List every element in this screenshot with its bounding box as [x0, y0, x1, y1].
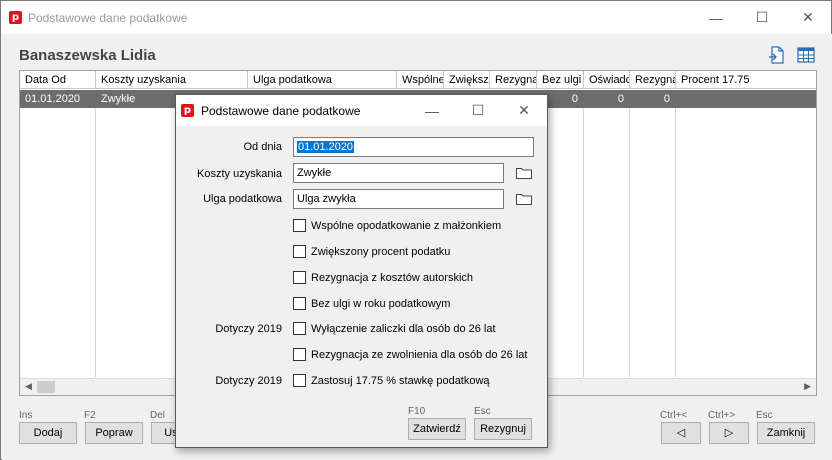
column-divider	[675, 108, 676, 377]
column-header[interactable]: Bez ulgi	[537, 71, 584, 89]
checkbox-label: Zastosuj 17.75 % stawkę podatkową	[311, 375, 490, 387]
column-header[interactable]: Procent 17.75	[676, 71, 816, 89]
row-value: 0	[663, 93, 670, 105]
costs-field[interactable]: Zwykłe	[293, 163, 504, 183]
scroll-thumb[interactable]	[37, 381, 55, 393]
previous-button[interactable]: ◁	[661, 422, 701, 444]
hotkey-label: F10	[408, 406, 426, 417]
hotkey-label: Esc	[756, 410, 773, 421]
column-divider	[629, 108, 630, 377]
hotkey-label: Del	[150, 410, 166, 421]
close-window-button[interactable]: Zamknij	[757, 422, 815, 444]
folder-icon[interactable]	[516, 167, 532, 179]
close-button[interactable]: ✕	[785, 1, 831, 34]
column-header[interactable]: Wspólne	[397, 71, 444, 89]
checkbox-label: Rezygnacja z kosztów autorskich	[311, 272, 474, 284]
column-header[interactable]: Koszty uzyskania	[96, 71, 248, 89]
add-button[interactable]: Dodaj	[19, 422, 77, 444]
next-button[interactable]: ▷	[709, 422, 749, 444]
grid-header: Data Od Koszty uzyskania Ulga podatkowa …	[20, 71, 816, 89]
increased-rate-checkbox[interactable]	[293, 245, 306, 258]
hotkey-label: F2	[84, 410, 96, 421]
exclude-advance-checkbox[interactable]	[293, 322, 306, 335]
column-header[interactable]: Data Od	[20, 71, 96, 89]
maximize-button[interactable]: ☐	[739, 1, 785, 34]
costs-label: Koszty uzyskania	[197, 168, 282, 180]
dialog-close-button[interactable]: ✕	[501, 95, 547, 126]
tax-relief-label: Ulga podatkowa	[203, 193, 282, 205]
dialog-minimize-button[interactable]: —	[409, 95, 455, 126]
year-note-label: Dotyczy 2019	[215, 375, 282, 387]
tax-data-dialog: p Podstawowe dane podatkowe — ☐ ✕ Od dni…	[175, 94, 548, 448]
checkbox-label: Wspólne opodatkowanie z małżonkiem	[311, 220, 502, 232]
row-value: 0	[617, 93, 624, 105]
cancel-button[interactable]: Rezygnuj	[474, 418, 532, 440]
edit-button[interactable]: Popraw	[85, 422, 143, 444]
rate-1775-checkbox[interactable]	[293, 374, 306, 387]
no-relief-checkbox[interactable]	[293, 297, 306, 310]
author-costs-checkbox[interactable]	[293, 271, 306, 284]
column-header[interactable]: Ulga podatkowa	[248, 71, 397, 89]
hotkey-label: Ctrl+>	[708, 410, 736, 421]
column-header[interactable]: Zwiększ	[444, 71, 490, 89]
person-name: Banaszewska Lidia	[19, 47, 156, 64]
tax-relief-field[interactable]: Ulga zwykła	[293, 189, 504, 209]
column-divider	[95, 108, 96, 377]
year-note-label: Dotyczy 2019	[215, 323, 282, 335]
column-divider	[583, 108, 584, 377]
window-title: Podstawowe dane podatkowe	[28, 11, 188, 25]
scroll-left-icon[interactable]: ◀	[25, 381, 32, 392]
from-date-value: 01.01.2020	[297, 141, 355, 153]
dialog-title-bar[interactable]: p Podstawowe dane podatkowe — ☐ ✕	[176, 95, 547, 126]
dialog-maximize-button[interactable]: ☐	[455, 95, 501, 126]
app-icon: p	[181, 104, 194, 117]
checkbox-label: Bez ulgi w roku podatkowym	[311, 298, 451, 310]
hotkey-label: Esc	[474, 406, 491, 417]
hotkey-label: Ins	[19, 410, 33, 421]
from-date-field[interactable]: 01.01.2020	[293, 137, 534, 157]
hotkey-label: Ctrl+<	[660, 410, 688, 421]
export-document-icon[interactable]	[768, 46, 786, 64]
column-header[interactable]: Oświadc	[584, 71, 630, 89]
app-icon: p	[9, 11, 22, 24]
scroll-right-icon[interactable]: ▶	[804, 381, 811, 392]
column-header[interactable]: Rezygna	[490, 71, 537, 89]
resign-exemption-checkbox[interactable]	[293, 348, 306, 361]
table-view-icon[interactable]	[797, 46, 815, 64]
from-date-label: Od dnia	[243, 141, 282, 153]
folder-icon[interactable]	[516, 193, 532, 205]
minimize-button[interactable]: —	[693, 1, 739, 34]
title-bar[interactable]: p Podstawowe dane podatkowe — ☐ ✕	[1, 1, 831, 34]
joint-taxation-checkbox[interactable]	[293, 219, 306, 232]
confirm-button[interactable]: Zatwierdź	[408, 418, 466, 440]
checkbox-label: Rezygnacja ze zwolnienia dla osób do 26 …	[311, 349, 528, 361]
dialog-title: Podstawowe dane podatkowe	[201, 104, 361, 118]
row-date: 01.01.2020	[25, 93, 81, 105]
checkbox-label: Zwiększony procent podatku	[311, 246, 451, 258]
checkbox-label: Wyłączenie zaliczki dla osób do 26 lat	[311, 323, 496, 335]
column-header[interactable]: Rezygna	[630, 71, 676, 89]
